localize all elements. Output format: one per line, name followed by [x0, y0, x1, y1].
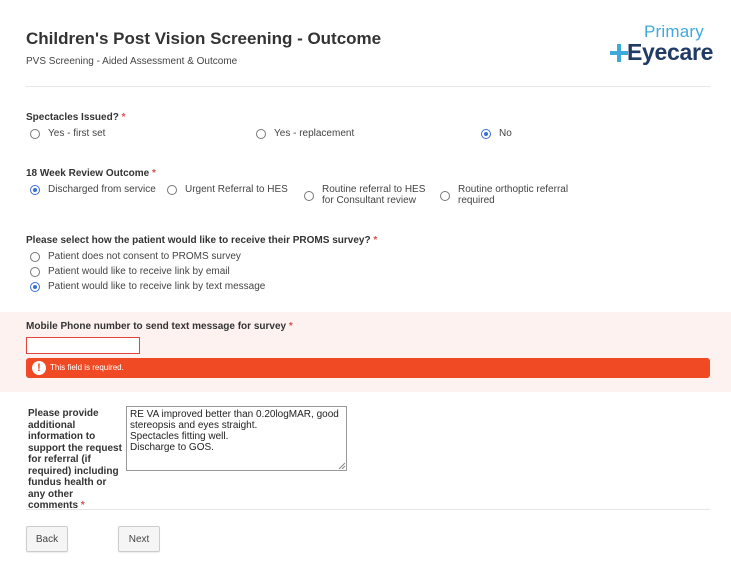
phone-label: Mobile Phone number to send text message… — [26, 321, 293, 332]
radio-label: Patient would like to receive link by em… — [48, 266, 230, 277]
radio-label: Yes - replacement — [274, 128, 355, 139]
radio-label: Patient would like to receive link by te… — [48, 281, 266, 292]
review-option-orthoptic[interactable]: Routine orthoptic referral required — [440, 184, 580, 206]
spectacles-option-first-set[interactable]: Yes - first set — [30, 128, 105, 139]
radio-icon[interactable] — [30, 252, 40, 262]
resize-grip-icon[interactable] — [338, 462, 346, 470]
review-outcome-label-text: 18 Week Review Outcome — [26, 168, 150, 179]
required-marker: * — [121, 112, 126, 123]
spectacles-option-replacement[interactable]: Yes - replacement — [256, 128, 354, 139]
exclamation-icon: ! — [32, 361, 46, 375]
back-button[interactable]: Back — [26, 526, 68, 552]
radio-icon[interactable] — [440, 190, 450, 201]
radio-label: No — [499, 128, 512, 139]
required-marker: * — [151, 168, 156, 179]
radio-label: Discharged from service — [48, 184, 156, 195]
radio-icon[interactable] — [30, 267, 40, 277]
spectacles-label-text: Spectacles Issued? — [26, 112, 119, 123]
required-marker: * — [373, 235, 378, 246]
required-marker: * — [288, 321, 293, 332]
radio-label: Routine referral to HES for Consultant r… — [322, 184, 426, 206]
proms-option-no-consent[interactable]: Patient does not consent to PROMS survey — [30, 251, 241, 262]
proms-label-text: Please select how the patient would like… — [26, 235, 371, 246]
additional-info-label-text: Please provide additional information to… — [28, 408, 122, 511]
page-title: Children's Post Vision Screening - Outco… — [26, 29, 382, 48]
page-subtitle: PVS Screening - Aided Assessment & Outco… — [26, 56, 238, 67]
radio-label: Patient does not consent to PROMS survey — [48, 251, 241, 262]
plus-icon — [610, 44, 628, 62]
proms-option-text[interactable]: Patient would like to receive link by te… — [30, 281, 265, 292]
additional-info-textarea[interactable]: RE VA improved better than 0.20logMAR, g… — [126, 406, 347, 471]
radio-selected-icon[interactable] — [30, 185, 40, 195]
radio-selected-icon[interactable] — [481, 129, 491, 139]
additional-info-label: Please provide additional information to… — [28, 408, 123, 512]
radio-icon[interactable] — [304, 190, 314, 201]
footer-divider — [26, 509, 710, 510]
logo-eyecare-text: Eyecare — [627, 39, 714, 65]
proms-option-email[interactable]: Patient would like to receive link by em… — [30, 266, 230, 277]
review-option-urgent-hes[interactable]: Urgent Referral to HES — [167, 184, 288, 195]
radio-label: Routine orthoptic referral required — [458, 184, 569, 206]
primary-eyecare-logo: Primary Eyecare — [610, 22, 714, 68]
page-header: Children's Post Vision Screening - Outco… — [26, 0, 714, 87]
radio-label: Yes - first set — [48, 128, 106, 139]
radio-selected-icon[interactable] — [30, 282, 40, 292]
radio-label: Urgent Referral to HES — [185, 184, 288, 195]
next-button[interactable]: Next — [118, 526, 160, 552]
proms-label: Please select how the patient would like… — [26, 235, 377, 246]
radio-icon[interactable] — [30, 129, 40, 139]
spectacles-option-no[interactable]: No — [481, 128, 512, 139]
review-option-discharged[interactable]: Discharged from service — [30, 184, 156, 195]
spectacles-label: Spectacles Issued? * — [26, 112, 126, 123]
review-outcome-label: 18 Week Review Outcome * — [26, 168, 156, 179]
radio-icon[interactable] — [256, 129, 266, 139]
radio-icon[interactable] — [167, 185, 177, 195]
phone-label-text: Mobile Phone number to send text message… — [26, 321, 287, 332]
mobile-phone-input[interactable] — [26, 337, 140, 354]
review-option-routine-hes[interactable]: Routine referral to HES for Consultant r… — [304, 184, 436, 206]
error-banner: ! This field is required. — [26, 358, 710, 378]
error-message: This field is required. — [50, 363, 124, 372]
